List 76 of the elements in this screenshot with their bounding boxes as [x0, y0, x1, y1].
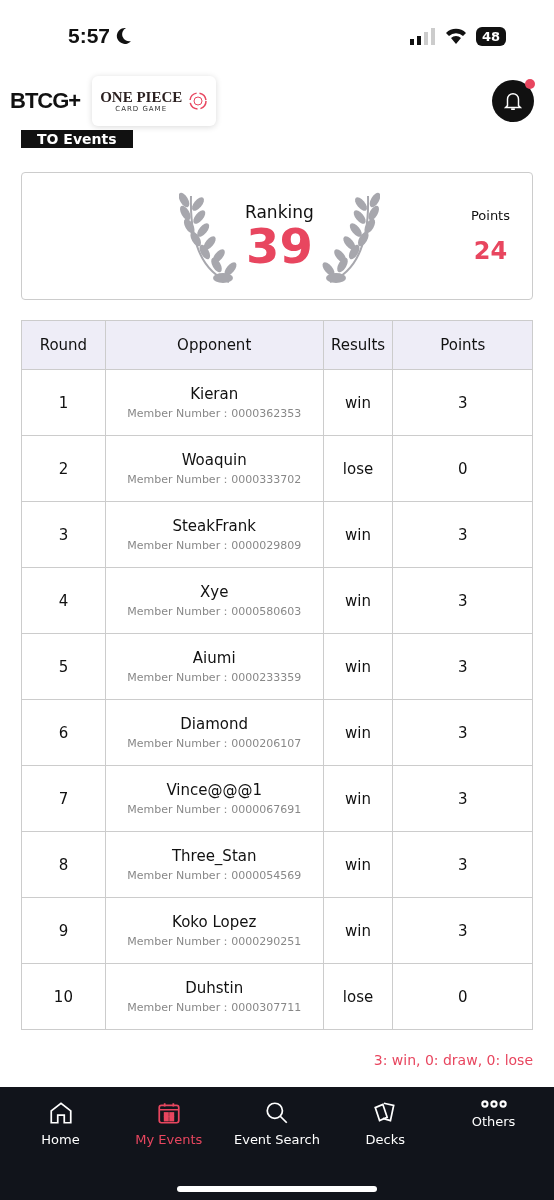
- nav-tab[interactable]: Home: [8, 1099, 113, 1148]
- ranking-label: Ranking: [245, 202, 314, 222]
- opponent-name: Aiumi: [191, 648, 237, 667]
- points-value: 24: [473, 236, 508, 265]
- result-cell: win: [323, 633, 393, 700]
- moon-icon: [116, 27, 133, 45]
- opponent-name: Kieran: [189, 384, 240, 403]
- opponent-name: Duhstin: [184, 978, 245, 997]
- round-cell: 8: [21, 831, 106, 898]
- member-number: Member Number：0000580603: [126, 603, 303, 619]
- member-number: Member Number：0000233359: [126, 669, 303, 685]
- points-cell: 3: [393, 567, 533, 634]
- round-cell: 5: [21, 633, 106, 700]
- column-header: Round: [21, 320, 106, 370]
- member-number: Member Number：0000067691: [126, 801, 303, 817]
- points-legend: 3: win, 0: draw, 0: lose: [373, 1052, 533, 1068]
- points-cell: 3: [393, 633, 533, 700]
- round-cell: 10: [21, 963, 106, 1030]
- nav-tab[interactable]: Others: [441, 1099, 546, 1148]
- battery-icon: 48: [475, 26, 506, 46]
- points-label: Points: [470, 207, 510, 223]
- more-icon: [480, 1100, 507, 1108]
- column-header: Points: [393, 320, 533, 370]
- opponent-name: Woaquin: [180, 450, 248, 469]
- member-number: Member Number：0000206107: [126, 735, 303, 751]
- round-cell: 7: [21, 765, 106, 832]
- points-cell: 0: [393, 435, 533, 502]
- points-cell: 3: [393, 765, 533, 832]
- section-tab[interactable]: TO Events: [21, 130, 133, 148]
- bell-icon: [502, 90, 524, 112]
- opponent-name: Three_Stan: [170, 846, 258, 865]
- member-number: Member Number：0000362353: [126, 405, 303, 421]
- round-cell: 3: [21, 501, 106, 568]
- search-icon: [264, 1100, 290, 1126]
- result-cell: win: [323, 369, 393, 436]
- result-cell: lose: [323, 435, 393, 502]
- opponent-name: Vince@@@1: [165, 780, 263, 799]
- round-cell: 4: [21, 567, 106, 634]
- calendar-icon: [155, 1100, 182, 1126]
- member-number: Member Number：0000054569: [126, 867, 303, 883]
- round-cell: 6: [21, 699, 106, 766]
- result-cell: win: [323, 831, 393, 898]
- ranking-value: 39: [246, 222, 313, 270]
- notification-button[interactable]: [492, 80, 534, 122]
- round-cell: 2: [21, 435, 106, 502]
- app-logo: BTCG+: [10, 88, 81, 114]
- home-icon: [47, 1100, 74, 1126]
- member-number: Member Number：0000333702: [126, 471, 303, 487]
- member-number: Member Number：0000290251: [126, 933, 303, 949]
- points-cell: 3: [393, 501, 533, 568]
- round-cell: 9: [21, 897, 106, 964]
- opponent-name: SteakFrank: [171, 516, 257, 535]
- points-cell: 3: [393, 831, 533, 898]
- opponent-name: Xye: [199, 582, 230, 601]
- nav-tab[interactable]: My Events: [116, 1099, 222, 1148]
- nav-tab[interactable]: Event Search: [224, 1099, 330, 1148]
- opponent-name: Diamond: [179, 714, 250, 733]
- member-number: Member Number：0000307711: [126, 999, 303, 1015]
- points-cell: 3: [393, 369, 533, 436]
- round-cell: 1: [21, 369, 106, 436]
- result-cell: win: [323, 501, 393, 568]
- status-time: 5:57: [68, 24, 111, 48]
- result-cell: win: [323, 897, 393, 964]
- result-cell: win: [323, 699, 393, 766]
- points-cell: 3: [393, 699, 533, 766]
- result-cell: win: [323, 765, 393, 832]
- points-cell: 3: [393, 897, 533, 964]
- result-cell: lose: [323, 963, 393, 1030]
- member-number: Member Number：0000029809: [126, 537, 303, 553]
- result-cell: win: [323, 567, 393, 634]
- points-cell: 0: [393, 963, 533, 1030]
- signal-icon: [409, 27, 436, 45]
- column-header: Results: [323, 320, 393, 370]
- nav-tab[interactable]: Decks: [332, 1099, 438, 1148]
- opponent-name: Koko Lopez: [171, 912, 258, 931]
- column-header: Opponent: [105, 320, 324, 370]
